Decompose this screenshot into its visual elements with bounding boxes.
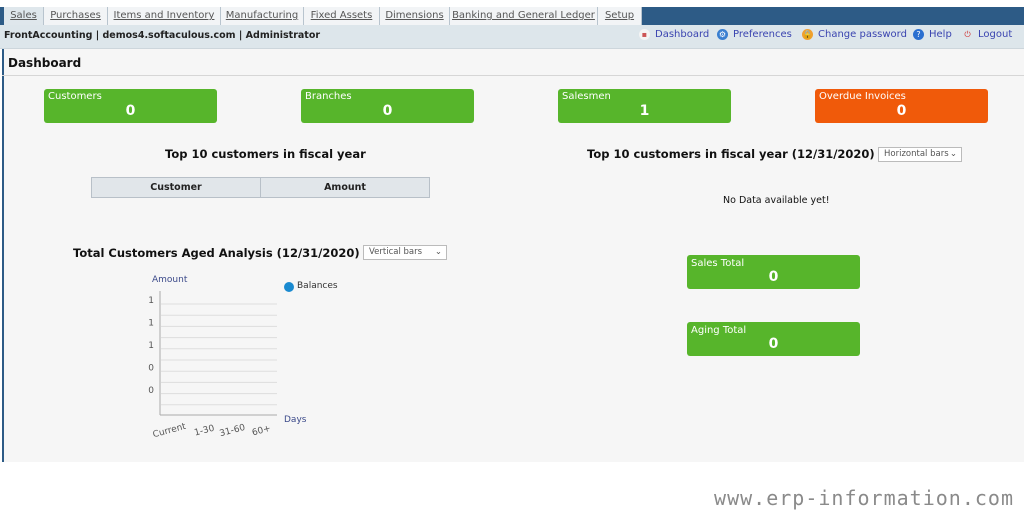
company-info: FrontAccounting | demos4.softaculous.com… (4, 30, 321, 41)
help-icon: ? (913, 29, 924, 40)
tab-sales[interactable]: Sales (4, 7, 44, 25)
aged-analysis-title: Total Customers Aged Analysis (12/31/202… (73, 246, 360, 260)
y-tick-label: 1 (148, 296, 154, 306)
nav-label: Help (929, 29, 952, 40)
card-branches[interactable]: Branches 0 (301, 89, 474, 123)
top10-right-title: Top 10 customers in fiscal year (12/31/2… (587, 147, 875, 161)
nav-preferences[interactable]: ⚙ Preferences (717, 29, 792, 40)
top10-left-title: Top 10 customers in fiscal year (165, 147, 366, 161)
nav-help[interactable]: ? Help (913, 29, 952, 40)
select-value: Vertical bars (369, 247, 423, 257)
main-menu-tabs: Sales Purchases Items and Inventory Manufac… (0, 7, 1024, 25)
card-aging-total[interactable]: Aging Total 0 (687, 322, 860, 356)
watermark: www.erp-information.com (714, 486, 1014, 510)
card-customers[interactable]: Customers 0 (44, 89, 217, 123)
gear-icon: ⚙ (717, 29, 728, 40)
lock-icon: 🔒 (802, 29, 813, 40)
chevron-down-icon: ⌄ (434, 247, 442, 257)
select-value: Horizontal bars (884, 149, 949, 159)
card-salesmen[interactable]: Salesmen 1 (558, 89, 731, 123)
nav-label: Preferences (733, 29, 792, 40)
page-title: Dashboard (8, 56, 82, 70)
nav-label: Dashboard (655, 29, 710, 40)
card-label: Salesmen (562, 91, 611, 102)
nav-logout[interactable]: ⏻ Logout (962, 29, 1012, 40)
tab-fixed-assets[interactable]: Fixed Assets (304, 7, 380, 25)
card-value: 0 (768, 336, 779, 352)
divider (2, 75, 1024, 76)
card-value: 0 (382, 103, 393, 119)
y-tick-label: 1 (148, 319, 154, 329)
nav-label: Logout (978, 29, 1013, 40)
tab-purchases[interactable]: Purchases (44, 7, 108, 25)
legend-balances: Balances (297, 281, 338, 291)
card-overdue-invoices[interactable]: Overdue Invoices 0 (815, 89, 988, 123)
tab-setup[interactable]: Setup (598, 7, 642, 25)
card-value: 0 (125, 103, 136, 119)
card-label: Aging Total (691, 325, 747, 336)
tab-manufacturing[interactable]: Manufacturing (221, 7, 304, 25)
tab-items-and-inventory[interactable]: Items and Inventory (108, 7, 221, 25)
card-value: 1 (639, 103, 650, 119)
card-label: Overdue Invoices (819, 91, 906, 102)
x-tick-label: 60+ (251, 424, 272, 439)
y-tick-label: 0 (148, 364, 154, 374)
card-label: Sales Total (691, 258, 745, 269)
aged-chart: 1 1 1 0 0 Current 1-30 31-60 60+ (148, 291, 277, 441)
top10-table-header: Customer Amount (91, 177, 430, 198)
card-label: Branches (305, 91, 352, 102)
no-data-message: No Data available yet! (723, 195, 830, 206)
tab-dimensions[interactable]: Dimensions (380, 7, 450, 25)
card-value: 0 (768, 269, 779, 285)
chevron-down-icon: ⌄ (949, 149, 957, 159)
tab-banking-and-general-ledger[interactable]: Banking and General Ledger (450, 7, 598, 25)
nav-label: Change password (818, 29, 907, 40)
card-label: Customers (48, 91, 102, 102)
card-value: 0 (896, 103, 907, 119)
chart-type-select-top10[interactable]: Horizontal bars ⌄ (878, 147, 962, 162)
column-customer: Customer (92, 178, 261, 197)
card-sales-total[interactable]: Sales Total 0 (687, 255, 860, 289)
dashboard-icon: ▪ (639, 29, 650, 40)
y-tick-label: 0 (148, 386, 154, 396)
x-tick-label: Current (152, 422, 188, 441)
y-axis-label: Amount (152, 275, 188, 285)
nav-dashboard[interactable]: ▪ Dashboard (639, 29, 709, 40)
power-icon: ⏻ (964, 30, 971, 39)
nav-change-password[interactable]: 🔒 Change password (802, 29, 907, 40)
x-tick-label: 1-30 (193, 424, 216, 439)
x-tick-label: 31-60 (219, 423, 247, 439)
column-amount: Amount (324, 182, 366, 193)
chart-type-select-aged[interactable]: Vertical bars ⌄ (363, 245, 447, 260)
y-tick-label: 1 (148, 341, 154, 351)
